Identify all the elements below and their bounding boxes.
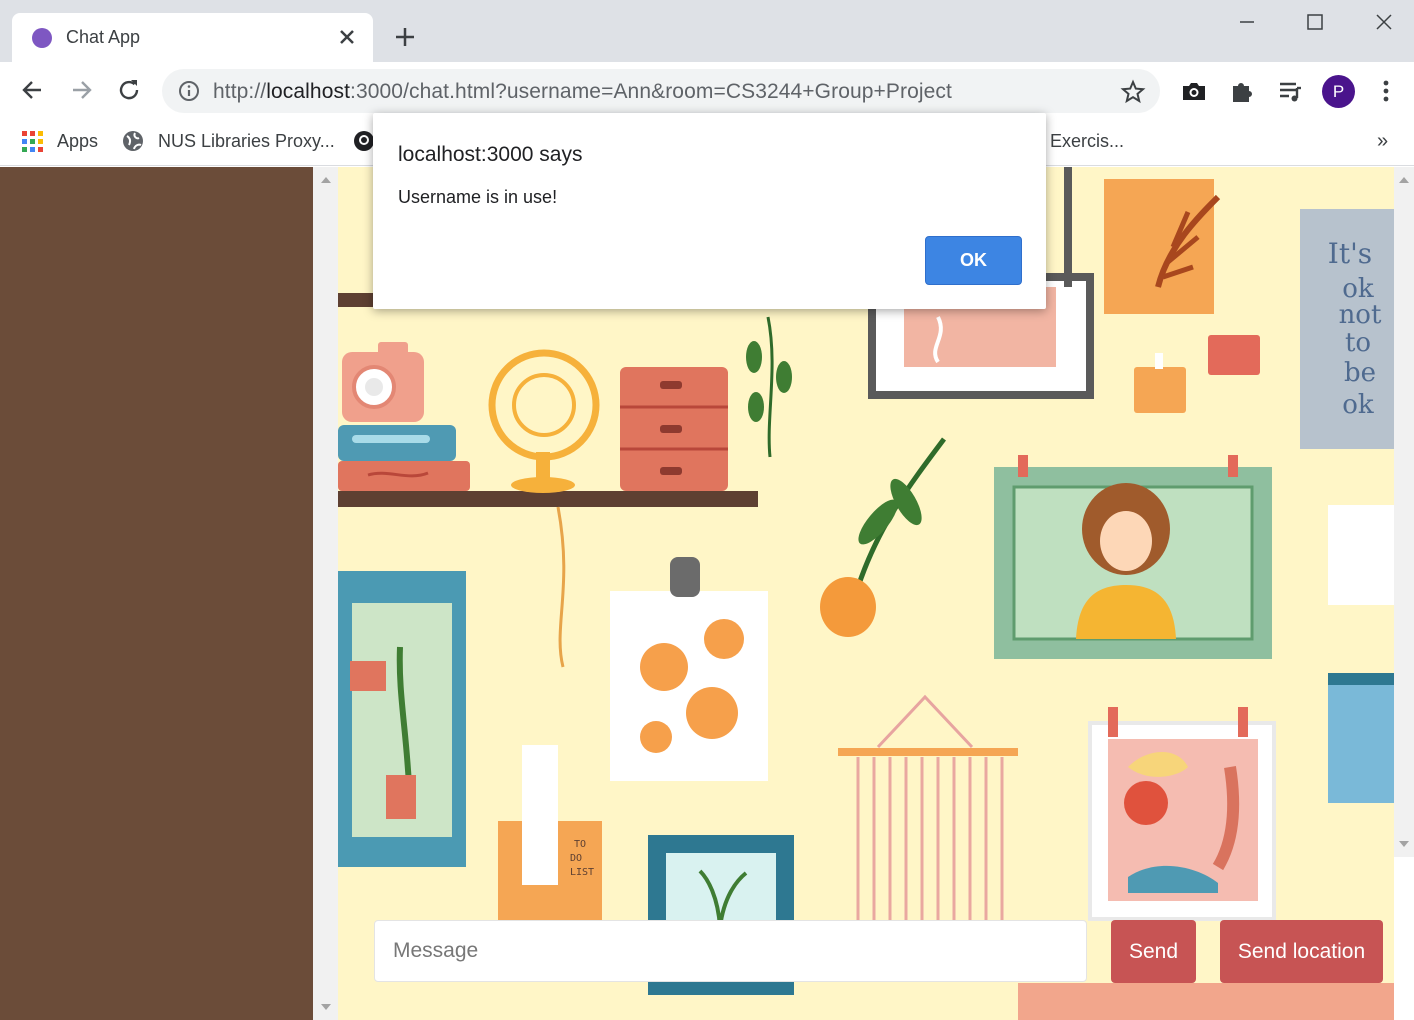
svg-text:ok: ok [1342, 390, 1374, 420]
svg-text:be: be [1344, 358, 1376, 388]
bookmark-github[interactable] [353, 128, 375, 154]
url-path: :3000/chat.html?username=Ann&room=CS3244… [350, 80, 952, 103]
alert-dialog: localhost:3000 says Username is in use! … [373, 113, 1046, 309]
url-text[interactable]: http://localhost:3000/chat.html?username… [213, 80, 952, 104]
scroll-up-arrow-icon[interactable] [321, 177, 331, 183]
reload-icon[interactable] [115, 76, 143, 104]
tab-strip: Chat App [0, 0, 1414, 62]
sidebar-scrollbar[interactable] [313, 167, 338, 1020]
apps-grid-icon [22, 131, 43, 152]
chat-sidebar [0, 167, 313, 1020]
scroll-down-arrow-icon[interactable] [321, 1004, 331, 1010]
plus-icon[interactable] [390, 22, 420, 52]
tab-chat-app[interactable]: Chat App [12, 13, 373, 62]
bookmarks-overflow-button[interactable]: » [1377, 128, 1388, 154]
star-icon[interactable] [1120, 79, 1146, 105]
scroll-up-arrow-icon[interactable] [1399, 177, 1409, 183]
svg-text:not: not [1339, 300, 1382, 330]
message-compose-bar: Send Send location [374, 920, 1384, 983]
bookmark-apps-label: Apps [57, 131, 99, 151]
svg-text:DO: DO [570, 853, 582, 864]
info-icon[interactable] [178, 80, 200, 102]
send-location-button[interactable]: Send location [1220, 920, 1383, 983]
close-icon[interactable] [334, 23, 360, 51]
send-button[interactable]: Send [1111, 920, 1196, 983]
message-input[interactable] [374, 920, 1087, 982]
chat-scrollbar[interactable] [1394, 167, 1414, 857]
svg-text:It's: It's [1328, 237, 1372, 270]
kebab-menu-icon[interactable] [1373, 77, 1399, 105]
address-bar[interactable]: http://localhost:3000/chat.html?username… [162, 69, 1160, 113]
browser-toolbar: http://localhost:3000/chat.html?username… [0, 62, 1414, 118]
circle-favicon-icon [32, 28, 52, 48]
forward-arrow-icon[interactable] [67, 76, 95, 104]
svg-text:TO: TO [574, 839, 586, 850]
url-scheme: http:// [213, 80, 267, 103]
url-host: localhost [266, 80, 351, 103]
svg-text:to: to [1345, 328, 1371, 358]
ok-button[interactable]: OK [925, 236, 1022, 285]
camera-icon[interactable] [1180, 77, 1208, 105]
maximize-icon[interactable] [1295, 8, 1335, 38]
scroll-down-arrow-icon[interactable] [1399, 841, 1409, 847]
window-close-icon[interactable] [1364, 8, 1404, 38]
playlist-icon[interactable] [1276, 77, 1304, 105]
tab-title: Chat App [66, 27, 141, 47]
back-arrow-icon[interactable] [19, 76, 47, 104]
puzzle-icon[interactable] [1228, 77, 1256, 105]
avatar[interactable]: P [1322, 75, 1355, 108]
bookmark-exercise[interactable]: Exercis... [1050, 128, 1124, 154]
bookmark-nus-label: NUS Libraries Proxy... [158, 131, 335, 151]
dialog-title: localhost:3000 says [398, 143, 583, 166]
minimize-icon[interactable] [1227, 8, 1267, 38]
dialog-message: Username is in use! [398, 187, 558, 207]
svg-text:LIST: LIST [570, 867, 594, 878]
github-icon [354, 131, 374, 151]
globe-icon [123, 131, 143, 151]
